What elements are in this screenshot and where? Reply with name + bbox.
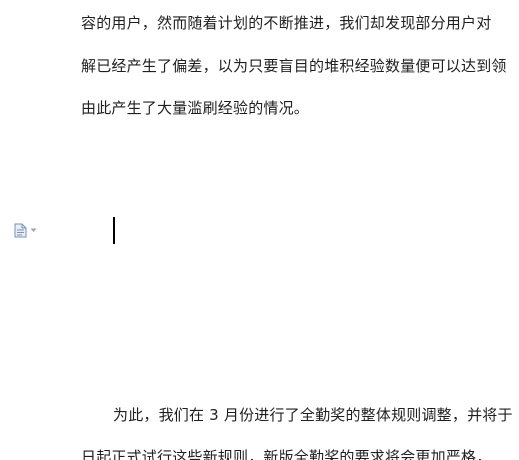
document-line: 由此产生了大量滥刷经验的情况。 xyxy=(81,99,310,117)
text-cursor xyxy=(113,217,115,244)
document-line: 为此，我们在 3 月份进行了全勤奖的整体规则调整，并将于 xyxy=(113,406,513,424)
document-line: 日起正式试行这些新规则，新版全勤奖的要求将会更加严格， xyxy=(81,448,492,460)
chevron-down-icon[interactable] xyxy=(30,228,37,233)
document-page[interactable]: 容的用户，然而随着计划的不断推进，我们却发现部分用户对 解已经产生了偏差，以为只… xyxy=(0,0,519,460)
paragraph-handle[interactable] xyxy=(14,221,44,239)
document-icon[interactable] xyxy=(14,223,27,238)
document-line: 解已经产生了偏差，以为只要盲目的堆积经验数量便可以达到领 xyxy=(81,57,507,75)
document-line: 容的用户，然而随着计划的不断推进，我们却发现部分用户对 xyxy=(81,14,492,32)
